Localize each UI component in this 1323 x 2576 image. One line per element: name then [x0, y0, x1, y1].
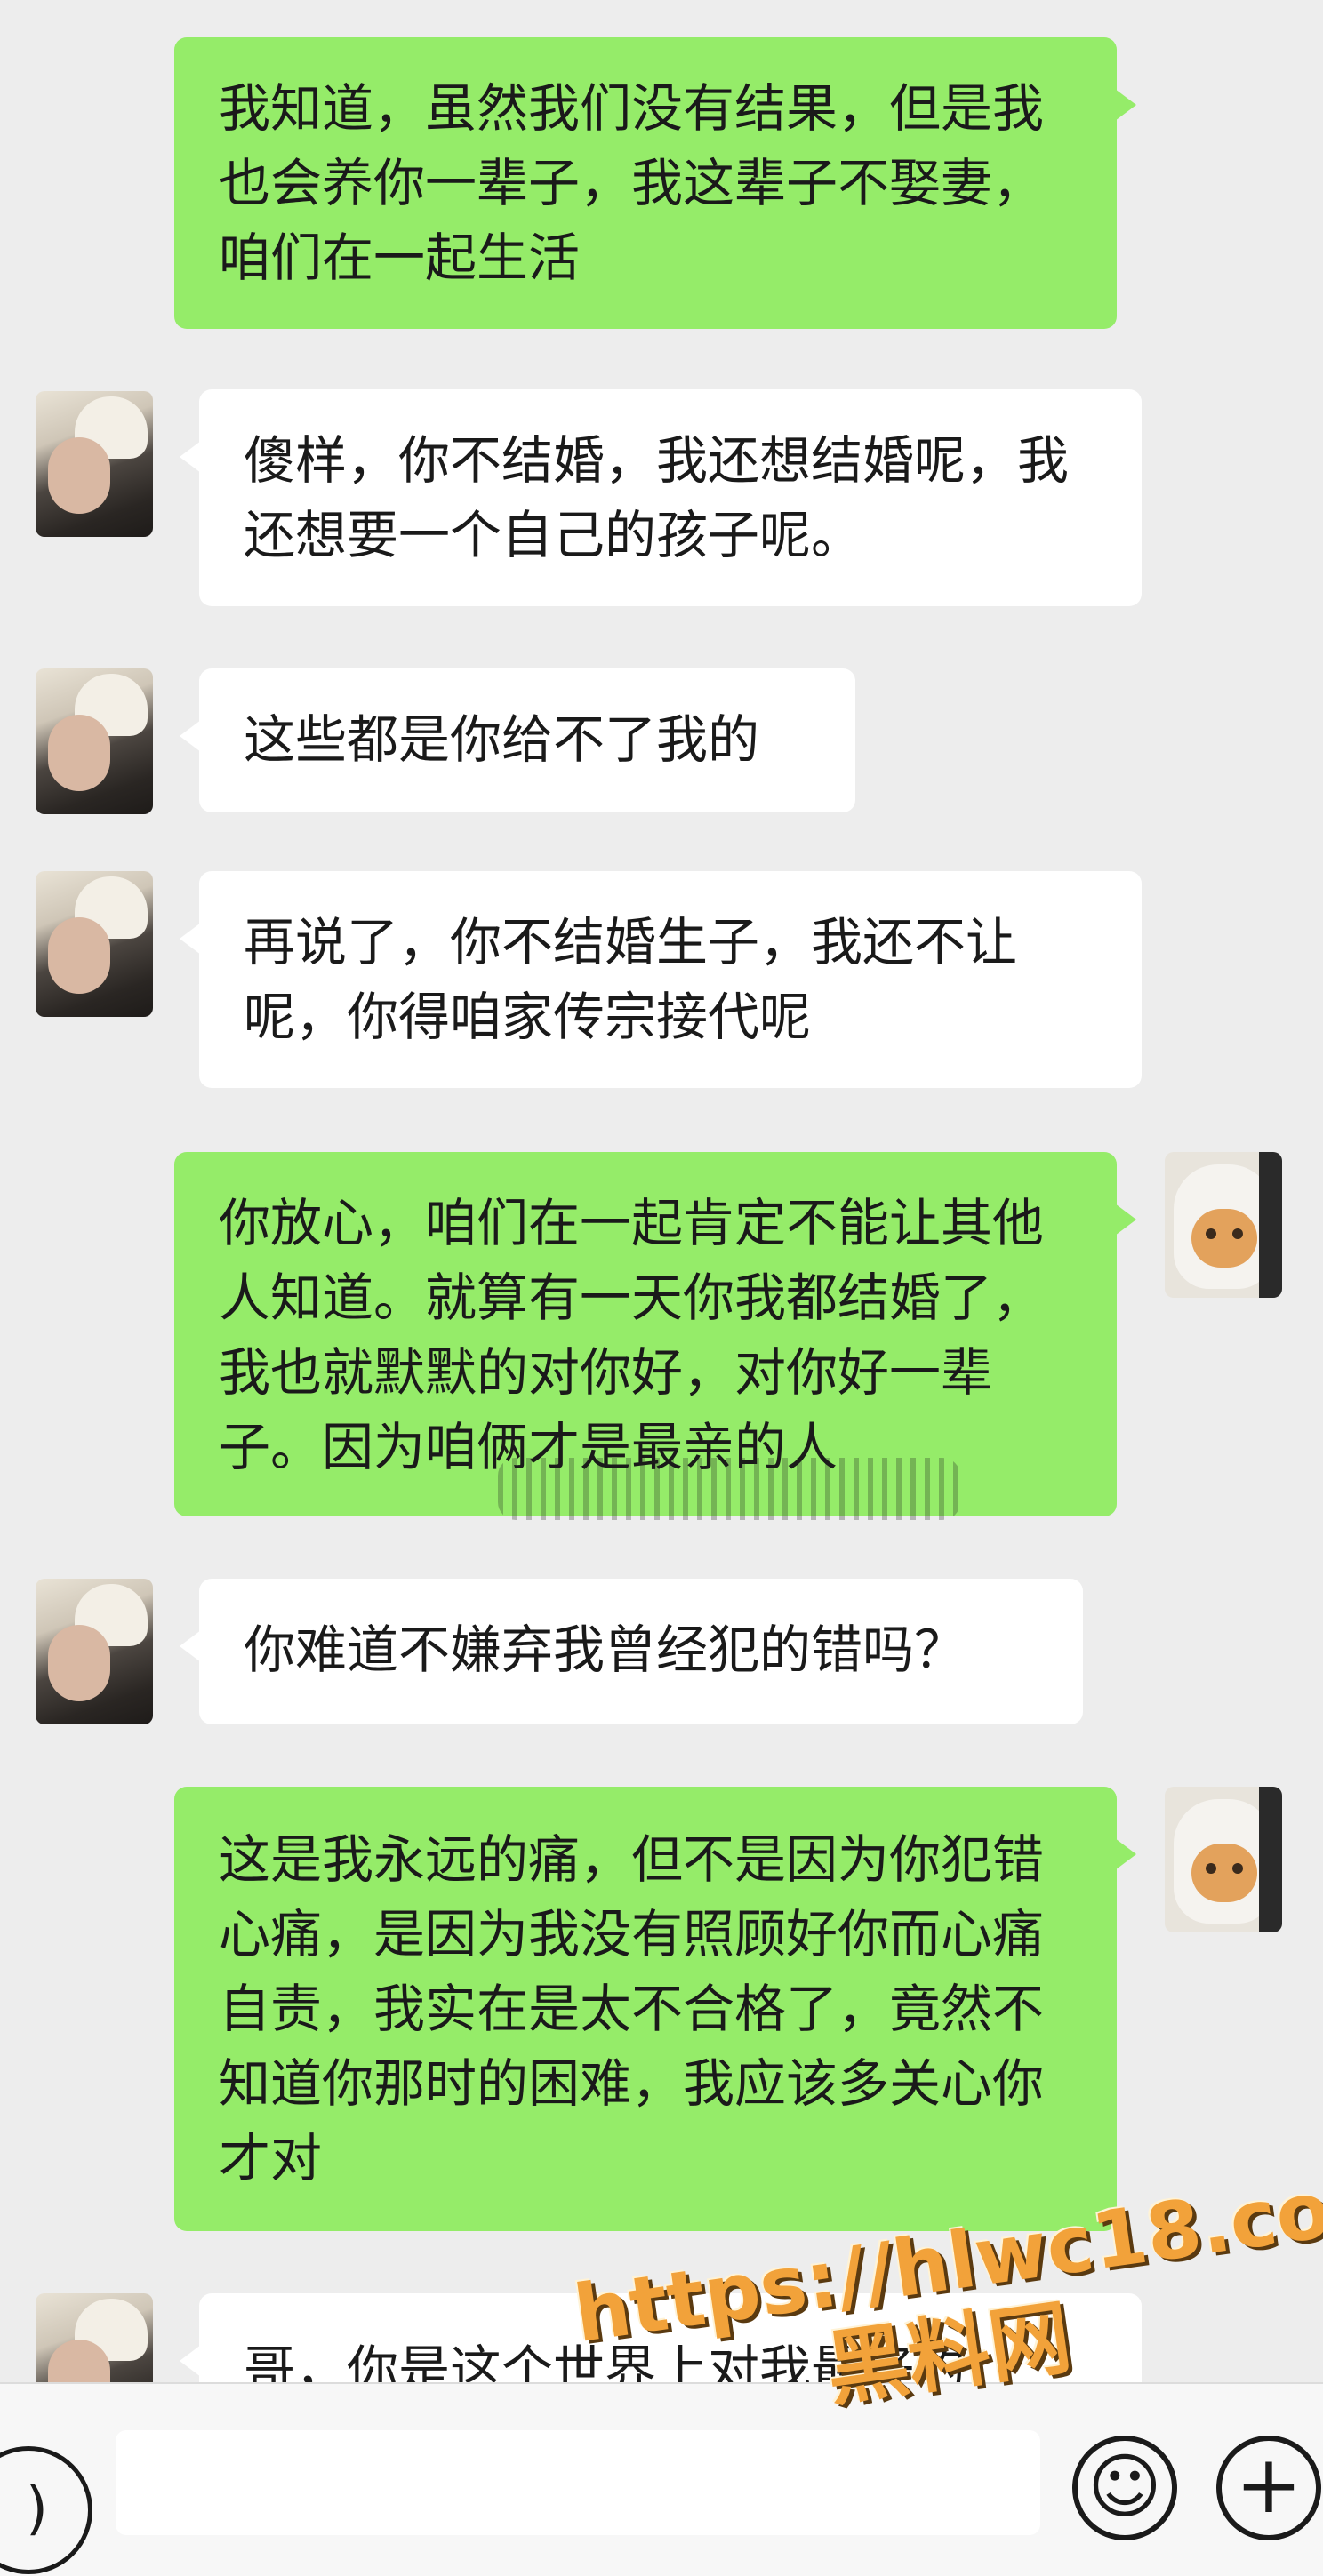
contact-avatar[interactable]: [36, 668, 153, 814]
redaction-scribble: [498, 1458, 960, 1520]
contact-avatar[interactable]: [36, 871, 153, 1017]
contact-avatar[interactable]: [36, 391, 153, 537]
message-bubble-incoming[interactable]: 你难道不嫌弃我曾经犯的错吗？: [180, 1579, 1083, 1724]
message-input[interactable]: [116, 2430, 1040, 2535]
contact-avatar[interactable]: [36, 1579, 153, 1724]
message-bubble-outgoing[interactable]: 我知道，虽然我们没有结果，但是我也会养你一辈子，我这辈子不娶妻，咱们在一起生活: [174, 37, 1136, 329]
message-bubble-incoming[interactable]: 这些都是你给不了我的: [180, 668, 855, 812]
message-bubble-incoming[interactable]: 傻样，你不结婚，我还想结婚呢，我还想要一个自己的孩子呢。: [180, 389, 1142, 606]
message-bubble-incoming[interactable]: 再说了，你不结婚生子，我还不让呢，你得咱家传宗接代呢: [180, 871, 1142, 1088]
voice-icon[interactable]: ): [0, 2446, 92, 2574]
my-avatar[interactable]: [1165, 1152, 1282, 1298]
message-bubble-outgoing[interactable]: 这是我永远的痛，但不是因为你犯错心痛，是因为我没有照顾好你而心痛自责，我实在是太…: [174, 1787, 1136, 2231]
emoji-icon[interactable]: ☺: [1072, 2436, 1177, 2540]
my-avatar[interactable]: [1165, 1787, 1282, 1932]
input-toolbar: ) ☺ +: [0, 2382, 1323, 2576]
plus-icon[interactable]: +: [1216, 2436, 1321, 2540]
